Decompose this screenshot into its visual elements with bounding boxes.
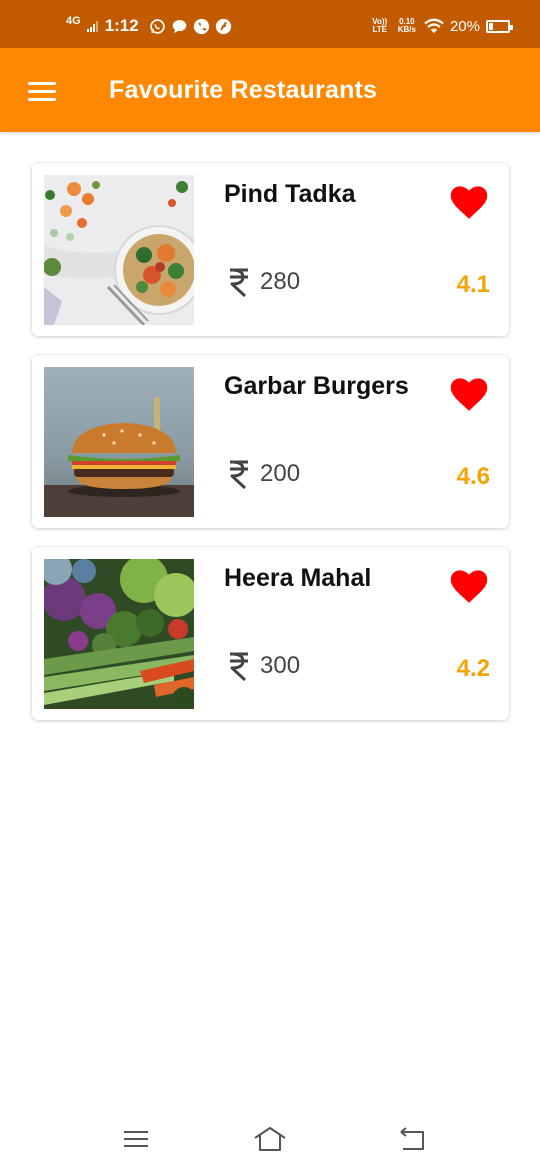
- battery-percentage: 20%: [449, 17, 480, 35]
- food-bowl-image: [44, 175, 194, 325]
- price-value: 280: [260, 268, 301, 295]
- vegetables-image: [44, 559, 194, 709]
- network-speed-unit: KB/s: [397, 25, 416, 34]
- hamburger-menu-icon[interactable]: [22, 74, 62, 108]
- rating: 4.2: [456, 655, 490, 682]
- restaurant-card[interactable]: Garbar Burgers 200 4.6: [32, 355, 509, 528]
- favourite-heart-icon[interactable]: [450, 185, 488, 221]
- restaurant-card[interactable]: Heera Mahal 300 4.2: [32, 547, 509, 720]
- message-icon: [172, 19, 187, 33]
- network-type: 4G: [66, 15, 81, 32]
- price: 300: [228, 651, 300, 681]
- rupee-icon: [230, 652, 248, 681]
- signal-strength-icon: [86, 20, 99, 32]
- restaurant-name: Heera Mahal: [224, 564, 372, 592]
- network-speed: 0.10 KB/s: [398, 18, 416, 34]
- status-bar-right: Vo)) LTE 0.10 KB/s 20%: [372, 14, 513, 38]
- whatsapp-icon: [149, 18, 165, 34]
- restaurant-image: [44, 367, 194, 517]
- app-icon: [215, 18, 231, 34]
- app-bar: Favourite Restaurants: [0, 48, 540, 132]
- home-icon[interactable]: [253, 1124, 287, 1154]
- battery-icon: [486, 19, 513, 33]
- price: 280: [228, 267, 300, 297]
- rating: 4.1: [456, 271, 490, 298]
- price-value: 300: [260, 652, 301, 679]
- recent-apps-icon[interactable]: [119, 1124, 153, 1154]
- restaurant-image: [44, 175, 194, 325]
- favourite-heart-icon[interactable]: [450, 377, 488, 413]
- rating: 4.6: [456, 463, 490, 490]
- phone-icon: [193, 18, 209, 34]
- clock: 1:12: [104, 16, 139, 35]
- restaurant-name: Pind Tadka: [224, 180, 356, 208]
- status-bar-left: 4G 1:12: [66, 14, 237, 38]
- price-value: 200: [260, 460, 301, 487]
- favourite-heart-icon[interactable]: [450, 569, 488, 605]
- volte-bottom-label: LTE: [372, 25, 387, 34]
- page-title: Favourite Restaurants: [109, 76, 378, 104]
- back-icon[interactable]: [395, 1124, 429, 1154]
- restaurant-card[interactable]: Pind Tadka 280 4.1: [32, 163, 509, 336]
- price: 200: [228, 459, 300, 489]
- restaurant-name: Garbar Burgers: [224, 372, 409, 400]
- status-bar: 4G 1:12 Vo)) LTE 0.10 KB/s 20%: [0, 0, 540, 48]
- network-type-label: 4G: [66, 14, 81, 27]
- volte-indicator: Vo)) LTE: [372, 18, 388, 34]
- rupee-icon: [230, 460, 248, 489]
- burger-image: [44, 367, 194, 517]
- system-navigation-bar: [0, 1110, 540, 1170]
- wifi-icon: [424, 18, 444, 33]
- battery-level: [489, 22, 493, 30]
- rupee-icon: [230, 268, 248, 297]
- restaurant-image: [44, 559, 194, 709]
